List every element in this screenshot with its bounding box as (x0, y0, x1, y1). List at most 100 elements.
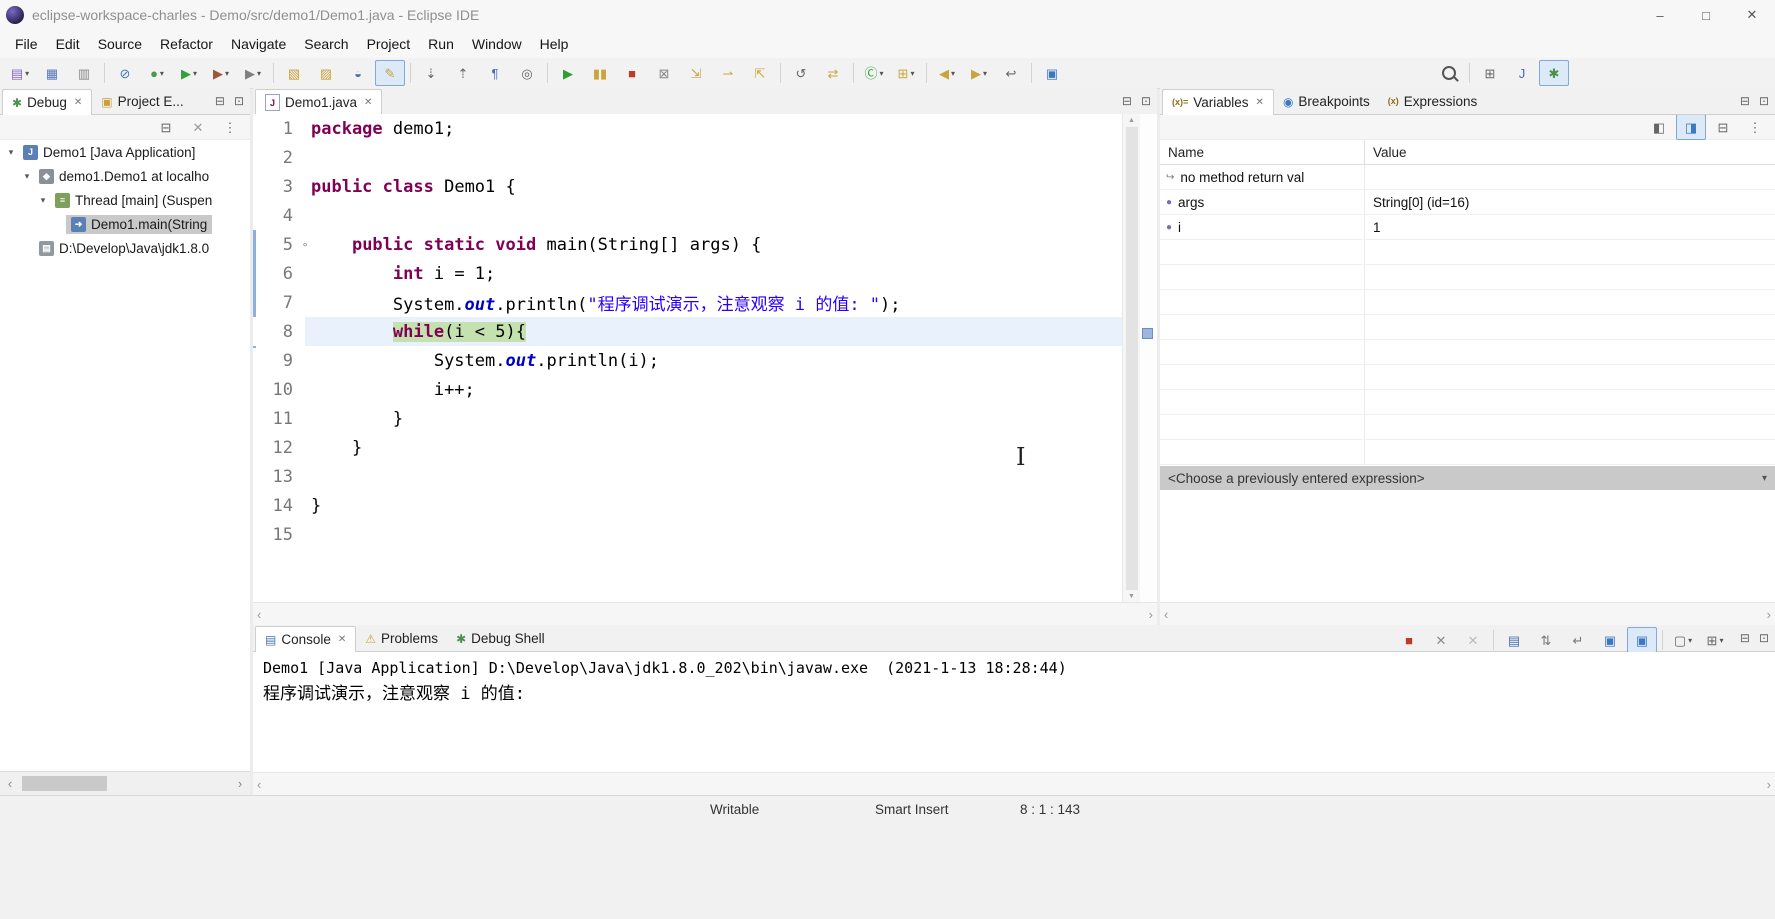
tree-item-stack-frame-main[interactable]: ➜ Demo1.main(String (0, 212, 250, 236)
external-tools-button[interactable]: ▶ ▾ (238, 60, 268, 86)
tree-item-thread-main[interactable]: ▾ ≡ Thread [main] (Suspen (0, 188, 250, 212)
previous-annotation-button[interactable]: ⇡ (448, 60, 478, 86)
empty-row[interactable] (1160, 440, 1775, 465)
code-line-8[interactable]: 8 while(i < 5){ (253, 317, 1157, 346)
empty-row[interactable] (1160, 290, 1775, 315)
maximize-view-icon[interactable]: ⊡ (1759, 94, 1769, 108)
column-header-value[interactable]: Value (1365, 145, 1407, 160)
terminate-console-button[interactable]: ■ (1394, 627, 1424, 653)
scroll-left-icon[interactable]: ‹ (1164, 607, 1168, 622)
expander-icon[interactable]: ▾ (4, 147, 18, 158)
scroll-right-icon[interactable]: › (1767, 777, 1771, 792)
empty-row[interactable] (1160, 390, 1775, 415)
maximize-button[interactable]: □ (1683, 0, 1729, 30)
tab-debug-shell[interactable]: ✱ Debug Shell (447, 626, 554, 651)
view-menu-button[interactable]: ⋮ (215, 114, 245, 140)
code-line-1[interactable]: 1 package demo1; (253, 114, 1157, 143)
drop-to-frame-button[interactable]: ↺ (786, 60, 816, 86)
pin-editor-button[interactable]: ▣ (1037, 60, 1067, 86)
dropdown-arrow-icon[interactable]: ▾ (880, 69, 884, 78)
console-horizontal-scrollbar[interactable]: ‹ › (253, 772, 1775, 795)
code-line-5[interactable]: 5 ∘ public static void main(String[] args… (253, 230, 1157, 259)
show-logical-structures-button[interactable]: ◨ (1676, 114, 1706, 140)
remove-launch-button[interactable]: ✕ (1426, 627, 1456, 653)
step-over-button[interactable]: ⇀ (713, 60, 743, 86)
expander-icon[interactable]: ▾ (20, 171, 34, 182)
debug-perspective-button[interactable]: ✱ (1539, 60, 1569, 86)
tab-variables[interactable]: (x)= Variables ✕ (1162, 89, 1274, 115)
menu-navigate[interactable]: Navigate (222, 36, 295, 52)
close-button[interactable]: ✕ (1729, 0, 1775, 30)
scroll-left-icon[interactable]: ‹ (257, 777, 261, 792)
close-tab-icon[interactable]: ✕ (364, 97, 372, 108)
dropdown-arrow-icon[interactable]: ▾ (25, 69, 29, 78)
tree-item-jvm-demo1[interactable]: ▾ ◆ demo1.Demo1 at localho (0, 164, 250, 188)
open-console-button[interactable]: ⊞ ▾ (1700, 627, 1730, 653)
skip-all-breakpoints-button[interactable]: ⊘ (110, 60, 140, 86)
code-line-9[interactable]: 9 System.out.println(i); (253, 346, 1157, 375)
tab-problems[interactable]: ⚠ Problems (356, 626, 447, 651)
next-annotation-button[interactable]: ⇣ (416, 60, 446, 86)
clear-console-button[interactable]: ▤ (1499, 627, 1529, 653)
open-perspective-button[interactable]: ⊞ (1475, 60, 1505, 86)
editor-vertical-scrollbar[interactable]: ▲ ▼ (1122, 114, 1140, 603)
console-output-area[interactable]: Demo1 [Java Application] D:\Develop\Java… (253, 652, 1775, 773)
variable-row-no-method-return-val[interactable]: ↪ no method return val (1160, 165, 1775, 190)
minimize-view-icon[interactable]: ⊟ (1740, 631, 1750, 645)
show-selection-button[interactable]: ◎ (512, 60, 542, 86)
tab-expressions[interactable]: (x) Expressions (1379, 89, 1487, 114)
new-wizard-button[interactable]: ▤ ▾ (5, 60, 35, 86)
word-wrap-button[interactable]: ↵ (1563, 627, 1593, 653)
debug-button[interactable]: ● ▾ (142, 60, 172, 86)
coverage-button[interactable]: ▶ ▾ (206, 60, 236, 86)
tab-console[interactable]: ▤ Console ✕ (255, 626, 357, 652)
show-whitespace-button[interactable]: ¶ (480, 60, 510, 86)
dropdown-arrow-icon[interactable]: ▾ (983, 69, 987, 78)
last-edit-location-button[interactable]: ↩ (996, 60, 1026, 86)
minimize-view-icon[interactable]: ⊟ (215, 94, 225, 108)
terminate-button[interactable]: ■ (617, 60, 647, 86)
back-button[interactable]: ◀ ▾ (932, 60, 962, 86)
open-resource-button[interactable]: ▨ (311, 60, 341, 86)
collapse-all-button[interactable]: ⊟ (1708, 114, 1738, 140)
display-selected-console-button[interactable]: ▢ ▾ (1668, 627, 1698, 653)
collapse-all-button[interactable]: ⊟ (151, 114, 181, 140)
scrollbar-thumb[interactable] (22, 776, 107, 791)
empty-row[interactable] (1160, 315, 1775, 340)
empty-row[interactable] (1160, 265, 1775, 290)
suspend-button[interactable]: ▮▮ (585, 60, 615, 86)
code-line-13[interactable]: 13 (253, 462, 1157, 491)
tab-breakpoints[interactable]: ◉ Breakpoints (1274, 89, 1379, 114)
code-line-11[interactable]: 11 } (253, 404, 1157, 433)
code-editor[interactable]: 1 package demo1; 2 3 public class Demo1 {4 5 ∘… (253, 114, 1157, 603)
menu-run[interactable]: Run (419, 36, 463, 52)
tab-debug[interactable]: ✱ Debug ✕ (2, 89, 93, 115)
show-on-output-button[interactable]: ▣ (1627, 627, 1657, 653)
mark-occurrences-button[interactable]: ✎ (375, 60, 405, 86)
save-button[interactable]: ▦ (37, 60, 67, 86)
menu-help[interactable]: Help (531, 36, 578, 52)
empty-row[interactable] (1160, 240, 1775, 265)
code-line-7[interactable]: 7 System.out.println("程序调试演示，注意观察 i 的值: … (253, 288, 1157, 317)
fold-marker-icon[interactable]: ∘ (299, 238, 311, 251)
java-perspective-button[interactable]: J (1507, 60, 1537, 86)
dropdown-arrow-icon[interactable]: ▾ (193, 69, 197, 78)
scroll-up-icon[interactable]: ▲ (1128, 117, 1135, 124)
variable-row-i[interactable]: ● i 1 (1160, 215, 1775, 240)
expander-icon[interactable]: ▾ (36, 195, 50, 206)
open-type-button[interactable]: ▧ (279, 60, 309, 86)
menu-window[interactable]: Window (463, 36, 531, 52)
resume-button[interactable]: ▶ (553, 60, 583, 86)
maximize-view-icon[interactable]: ⊡ (234, 94, 244, 108)
dropdown-arrow-icon[interactable]: ▾ (910, 69, 914, 78)
menu-search[interactable]: Search (295, 36, 357, 52)
search-button[interactable] (1434, 60, 1464, 86)
remove-all-launches-button[interactable]: ✕ (1458, 627, 1488, 653)
maximize-view-icon[interactable]: ⊡ (1759, 631, 1769, 645)
dropdown-arrow-icon[interactable]: ▾ (160, 69, 164, 78)
code-line-2[interactable]: 2 (253, 143, 1157, 172)
minimize-view-icon[interactable]: ⊟ (1740, 94, 1750, 108)
scroll-right-icon[interactable]: › (230, 776, 250, 791)
pin-console-button[interactable]: ▣ (1595, 627, 1625, 653)
current-line-marker[interactable] (1142, 328, 1153, 339)
